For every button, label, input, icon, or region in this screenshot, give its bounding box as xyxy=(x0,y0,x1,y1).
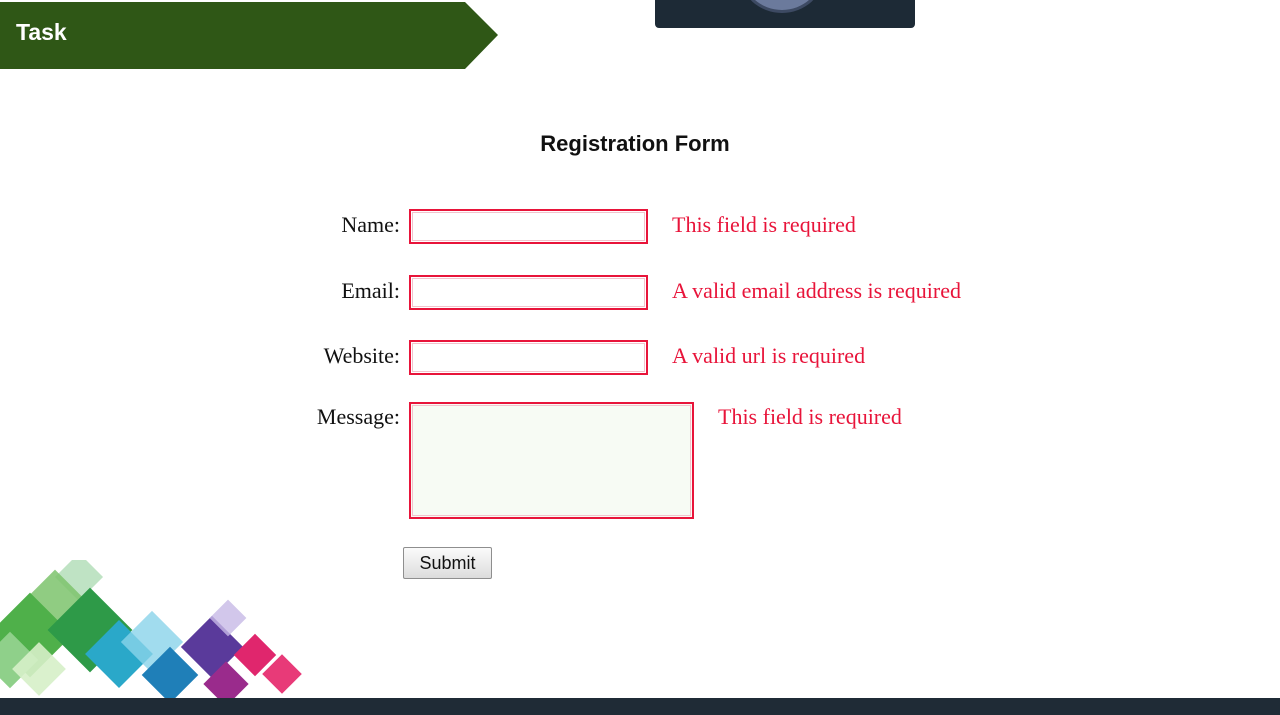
website-error: A valid url is required xyxy=(672,343,866,368)
website-label: Website: xyxy=(323,343,400,368)
name-input[interactable] xyxy=(409,209,648,244)
message-textarea[interactable] xyxy=(409,402,694,519)
website-input[interactable] xyxy=(409,340,648,375)
presenter-avatar xyxy=(743,0,821,10)
message-error: This field is required xyxy=(718,404,902,429)
email-input[interactable] xyxy=(409,275,648,310)
submit-button[interactable]: Submit xyxy=(403,547,492,579)
decorative-squares xyxy=(0,560,302,700)
name-error: This field is required xyxy=(672,212,856,237)
decorative-squares-graphic xyxy=(0,560,302,700)
form-title: Registration Form xyxy=(540,131,730,156)
email-label: Email: xyxy=(341,278,400,303)
email-error: A valid email address is required xyxy=(672,278,961,303)
name-label: Name: xyxy=(341,212,400,237)
task-banner xyxy=(0,2,498,69)
bottom-bar xyxy=(0,698,1280,715)
task-title: Task xyxy=(16,19,67,45)
message-label: Message: xyxy=(316,404,400,429)
video-overlay xyxy=(655,0,915,28)
